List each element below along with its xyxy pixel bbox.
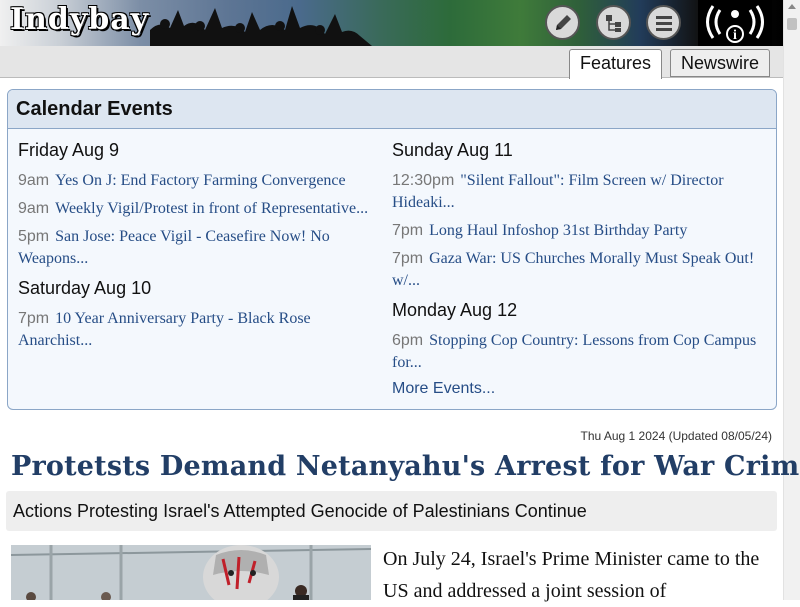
event-link[interactable]: Gaza War: US Churches Morally Must Speak… <box>392 250 754 289</box>
event-link[interactable]: Yes On J: End Factory Farming Convergenc… <box>55 172 346 189</box>
more-events-link[interactable]: More Events... <box>392 380 760 398</box>
event-link[interactable]: San Jose: Peace Vigil - Ceasefire Now! N… <box>18 228 330 267</box>
article-date: Thu Aug 1 2024 (Updated 08/05/24) <box>580 429 772 443</box>
calendar-event: 5pm San Jose: Peace Vigil - Ceasefire Now… <box>18 226 386 270</box>
calendar-column-left: Friday Aug 9 9am Yes On J: End Factory Fa… <box>18 138 386 358</box>
event-time: 6pm <box>392 332 424 349</box>
event-link[interactable]: Stopping Cop Country: Lessons from Cop C… <box>392 332 756 371</box>
event-time: 5pm <box>18 228 50 245</box>
day-heading: Friday Aug 9 <box>18 140 120 160</box>
event-link[interactable]: Long Haul Infoshop 31st Birthday Party <box>429 222 687 239</box>
site-logo[interactable]: Indybay <box>10 2 149 37</box>
event-link[interactable]: Weekly Vigil/Protest in front of Represe… <box>55 200 368 217</box>
page-scrollbar[interactable] <box>783 0 800 600</box>
radio-label: i <box>733 28 737 43</box>
pencil-icon[interactable] <box>545 5 580 40</box>
calendar-event: 7pm Gaza War: US Churches Morally Must Sp… <box>392 248 760 292</box>
article-headline[interactable]: Protetsts Demand Netanyahu's Arrest for … <box>11 450 800 484</box>
scroll-up-arrow-icon[interactable] <box>788 4 796 9</box>
event-time: 7pm <box>392 222 424 239</box>
article-subhead: Actions Protesting Israel's Attempted Ge… <box>6 491 777 531</box>
calendar-event: 7pm Long Haul Infoshop 31st Birthday Part… <box>392 220 760 242</box>
event-time: 9am <box>18 172 50 189</box>
calendar-event: 6pm Stopping Cop Country: Lessons from Co… <box>392 330 760 374</box>
calendar-column-right: Sunday Aug 11 12:30pm "Silent Fallout": F… <box>392 138 760 398</box>
calendar-events-box: Calendar Events Friday Aug 9 9am Yes On J… <box>7 89 777 410</box>
day-heading: Monday Aug 12 <box>392 300 518 320</box>
article-body-text: On July 24, Israel's Prime Minister came… <box>383 548 760 602</box>
day-heading: Saturday Aug 10 <box>18 278 152 298</box>
tab-bar: Features Newswire <box>0 46 783 79</box>
event-time: 7pm <box>18 310 50 327</box>
calendar-event: 9am Yes On J: End Factory Farming Converg… <box>18 170 386 192</box>
header-banner: Indybay i <box>0 0 783 46</box>
event-time: 7pm <box>392 250 424 267</box>
tab-newswire[interactable]: Newswire <box>670 49 771 77</box>
calendar-event: 7pm 10 Year Anniversary Party - Black Ros… <box>18 308 386 352</box>
event-time: 12:30pm <box>392 172 455 189</box>
menu-icon[interactable] <box>646 5 681 40</box>
calendar-event: 9am Weekly Vigil/Protest in front of Repr… <box>18 198 386 220</box>
scrollbar-thumb[interactable] <box>787 18 797 30</box>
sitemap-icon[interactable] <box>596 5 631 40</box>
tab-features[interactable]: Features <box>569 49 663 79</box>
event-time: 9am <box>18 200 50 217</box>
event-link[interactable]: 10 Year Anniversary Party - Black Rose A… <box>18 310 311 349</box>
calendar-event: 12:30pm "Silent Fallout": Film Screen w/ … <box>392 170 760 214</box>
calendar-title: Calendar Events <box>8 90 776 129</box>
radio-icon[interactable]: i <box>698 0 772 46</box>
article-photo[interactable] <box>11 545 371 600</box>
day-heading: Sunday Aug 11 <box>392 140 513 160</box>
